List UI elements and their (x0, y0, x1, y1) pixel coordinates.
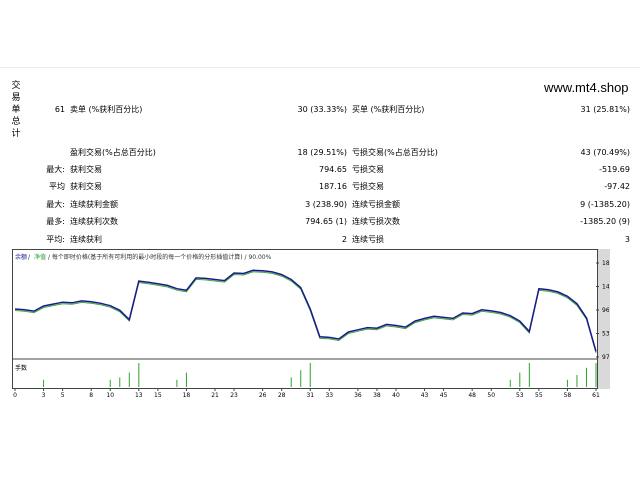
x-tick-label: 50 (487, 392, 495, 399)
volume-label: 手数 (15, 364, 27, 372)
y-tick-label: 97 (602, 354, 609, 361)
profit-trades-label: 盈利交易(%占总百分比) (70, 148, 156, 157)
x-tick-label: 0 (13, 392, 17, 399)
x-tick-label: 48 (468, 392, 476, 399)
avg-consec-loss-value: 3 (624, 235, 630, 244)
max-consec-prefix: 最大: (46, 200, 65, 209)
max-loss-label: 亏损交易 (352, 165, 384, 174)
watermark: www.mt4.shop (544, 80, 629, 95)
x-tick-label: 61 (592, 392, 600, 399)
x-tick-label: 58 (564, 392, 572, 399)
max-profit-label: 获利交易 (70, 165, 102, 174)
x-tick-label: 18 (183, 392, 191, 399)
x-tick-label: 28 (278, 392, 286, 399)
section-title-char: 易 (11, 93, 21, 103)
x-tick-label: 15 (154, 392, 162, 399)
avg-profit-value: 187.16 (319, 182, 347, 191)
avg-consec-prefix: 平均: (46, 235, 65, 244)
loss-trades-value: 43 (70.49%) (580, 148, 630, 157)
x-tick-label: 10 (106, 392, 114, 399)
max-consec-profit-label: 连续获利金额 (70, 200, 118, 209)
max-consec-profit-value: 3 (238.90) (305, 200, 347, 209)
y-tick-label: 1835 (602, 260, 609, 267)
max-consec-loss-value: 9 (-1385.20) (580, 200, 630, 209)
avg-loss-value: -97.42 (604, 182, 630, 191)
max-profit-value: 794.65 (319, 165, 347, 174)
legend-rest: / 每个即时价格(基于所有可利用的最小时段的每一个价格的分形插值计算) / 90… (48, 253, 272, 261)
y-tick-label: 531 (602, 331, 609, 338)
buy-label: 买单 (%获利百分比) (352, 105, 425, 114)
most-consec-profit-label: 连续获利次数 (70, 217, 118, 226)
section-title-char: 总 (11, 117, 21, 127)
report-page: www.mt4.shop 交 易 单 总 计 61 卖单 (%获利百分比) 30… (0, 0, 640, 480)
sell-label: 卖单 (%获利百分比) (70, 105, 143, 114)
x-axis: 0 3 5 8 10 13 15 18 21 23 26 28 31 33 36 38 40 43 45 48 50 53… (13, 388, 600, 399)
avg-prefix: 平均 (49, 182, 65, 191)
y-tick-label: 1401 (602, 283, 609, 290)
section-title-char: 交 (11, 81, 21, 91)
chart-frame (12, 249, 598, 389)
x-tick-label: 40 (392, 392, 400, 399)
x-tick-label: 26 (259, 392, 267, 399)
sell-value: 30 (33.33%) (297, 105, 347, 114)
x-tick-label: 43 (421, 392, 429, 399)
chart-legend: 余额 / 净值 / 每个即时价格(基于所有可利用的最小时段的每一个价格的分形插值… (15, 253, 272, 261)
max-consec-loss-label: 连续亏损金额 (352, 200, 400, 209)
x-tick-label: 5 (61, 392, 65, 399)
x-tick-label: 36 (354, 392, 362, 399)
max-prefix: 最大: (46, 165, 65, 174)
x-tick-label: 3 (42, 392, 46, 399)
avg-consec-profit-label: 连续获利 (70, 235, 102, 244)
x-tick-label: 55 (535, 392, 543, 399)
profit-trades-value: 18 (29.51%) (297, 148, 347, 157)
most-consec-loss-label: 连续亏损次数 (352, 217, 400, 226)
avg-consec-loss-label: 连续亏损 (352, 235, 384, 244)
total-trades-count: 61 (54, 105, 65, 114)
x-tick-label: 31 (306, 392, 314, 399)
avg-profit-label: 获利交易 (70, 182, 102, 191)
section-title: 交 易 单 总 计 (10, 80, 22, 140)
max-loss-value: -519.69 (599, 165, 630, 174)
x-tick-label: 8 (89, 392, 93, 399)
divider (0, 67, 640, 68)
x-tick-label: 23 (230, 392, 238, 399)
most-consec-profit-value: 794.65 (1) (305, 217, 347, 226)
section-title-char: 单 (11, 105, 21, 115)
buy-value: 31 (25.81%) (580, 105, 630, 114)
most-consec-loss-value: -1385.20 (9) (580, 217, 630, 226)
loss-trades-label: 亏损交易(%占总百分比) (352, 148, 438, 157)
avg-consec-profit-value: 2 (341, 235, 347, 244)
y-tick-label: 966 (602, 307, 609, 314)
legend-equity: 净值 (34, 253, 46, 261)
balance-chart: 余额 / 净值 / 每个即时价格(基于所有可利用的最小时段的每一个价格的分形插值… (12, 249, 609, 399)
x-tick-label: 38 (373, 392, 381, 399)
most-consec-prefix: 最多: (46, 217, 65, 226)
legend-balance: 余额 (15, 253, 27, 261)
x-tick-label: 45 (440, 392, 448, 399)
section-title-char: 计 (11, 129, 21, 139)
x-tick-label: 13 (135, 392, 143, 399)
x-tick-label: 53 (516, 392, 524, 399)
x-tick-label: 21 (211, 392, 219, 399)
avg-loss-label: 亏损交易 (352, 182, 384, 191)
x-tick-label: 33 (325, 392, 333, 399)
